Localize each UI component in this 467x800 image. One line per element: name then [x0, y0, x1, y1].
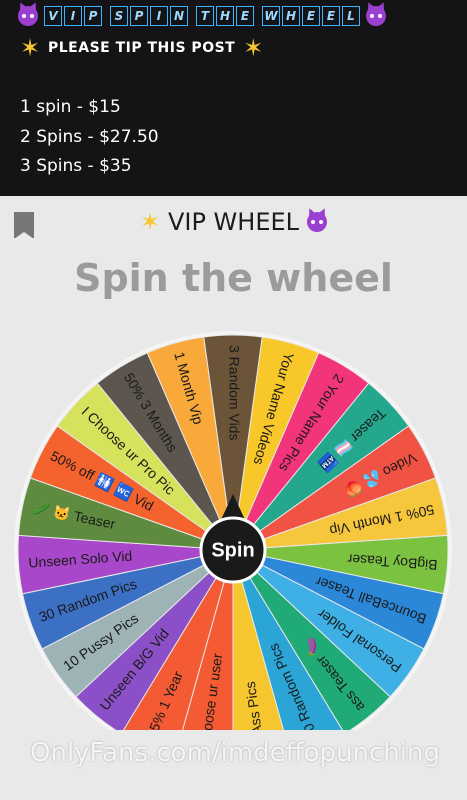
title-letter: I — [150, 6, 168, 26]
devil-icon — [366, 6, 386, 26]
devil-icon — [18, 6, 38, 26]
title-letter: P — [84, 6, 102, 26]
title-word-the: T H E — [196, 6, 254, 26]
title-letter: P — [130, 6, 148, 26]
wheel-segment-label: 3 Random Vids — [226, 345, 242, 440]
title-letter: V — [44, 6, 62, 26]
title-word-spin: S P I N — [110, 6, 188, 26]
title-letter: H — [216, 6, 234, 26]
sparkle-icon — [20, 34, 41, 62]
prize-wheel[interactable]: 3 Random Vids Your Name Videos2 Your Name… — [10, 330, 456, 730]
spin-button-label: Spin — [211, 539, 254, 561]
vip-heading: VIP WHEEL — [0, 208, 467, 236]
title-letter: H — [282, 6, 300, 26]
title-letter: E — [322, 6, 340, 26]
spin-heading: Spin the wheel — [74, 256, 393, 300]
sparkle-icon — [140, 208, 160, 236]
title-word-wheel: W H E E L — [262, 6, 360, 26]
tip-request: PLEASE TIP THIS POST — [20, 34, 264, 62]
title-letter: I — [64, 6, 82, 26]
tip-text: PLEASE TIP THIS POST — [48, 40, 236, 56]
sparkle-icon — [243, 34, 264, 62]
title-letter: S — [110, 6, 128, 26]
devil-icon — [307, 212, 328, 232]
watermark: OnlyFans.com/imdeffopunching — [30, 738, 440, 768]
title-letter: W — [262, 6, 280, 26]
price-line: 3 Spins - $35 — [20, 156, 132, 176]
vip-heading-text: VIP WHEEL — [167, 208, 300, 236]
price-line: 2 Spins - $27.50 — [20, 127, 159, 147]
post-header: V I P S P I N T H E W H E E L PLEASE TIP… — [0, 0, 467, 196]
title-letter: N — [170, 6, 188, 26]
price-line: 1 spin - $15 — [20, 97, 121, 117]
title-letter: T — [196, 6, 214, 26]
title-letter: E — [302, 6, 320, 26]
title-letter: L — [342, 6, 360, 26]
title-letter: E — [236, 6, 254, 26]
title-word-vip: V I P — [44, 6, 102, 26]
post-title: V I P S P I N T H E W H E E L — [18, 6, 386, 26]
